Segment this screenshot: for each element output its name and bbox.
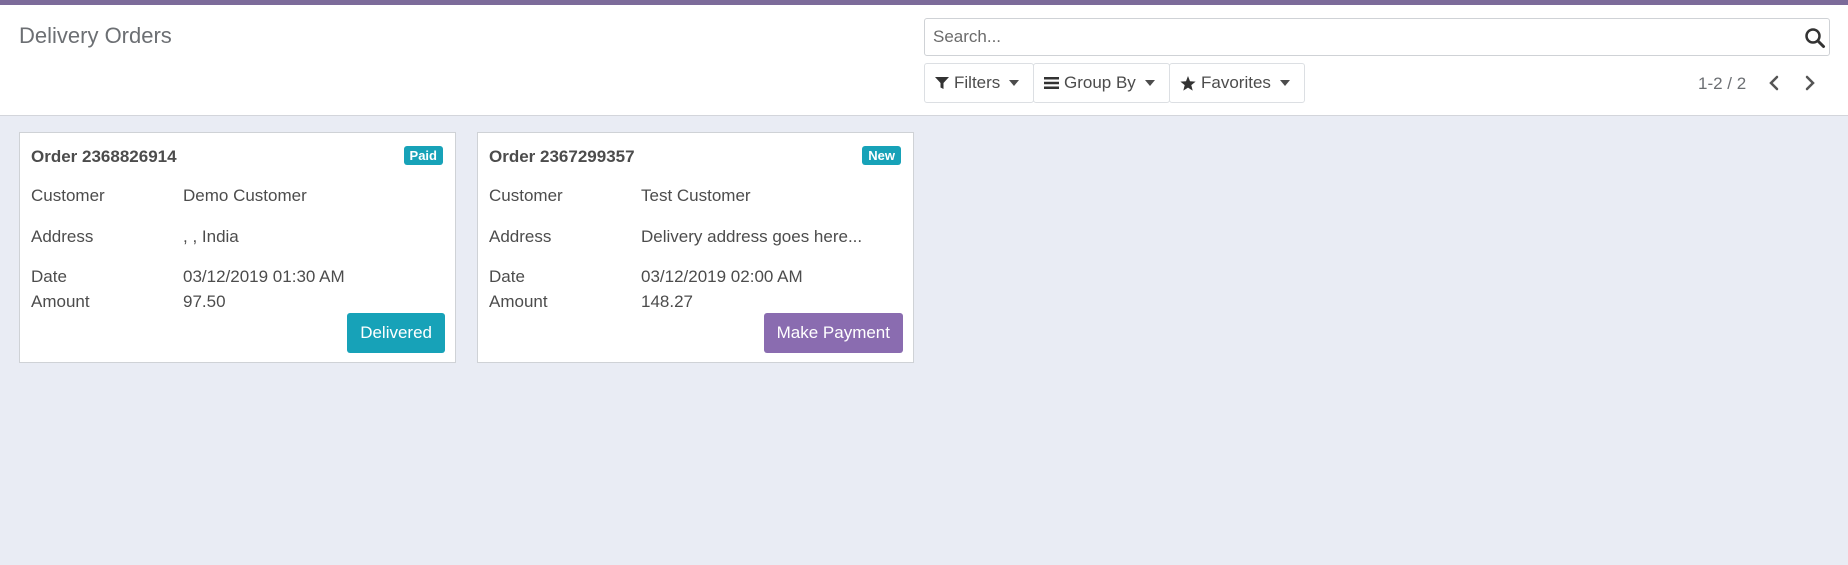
status-badge: Paid — [403, 146, 443, 165]
customer-label: Customer — [31, 186, 105, 205]
search-icon[interactable] — [1804, 27, 1826, 49]
page-title: Delivery Orders — [19, 23, 172, 48]
chevron-down-icon — [1009, 80, 1020, 86]
search-input[interactable] — [933, 19, 1783, 55]
address-value: , , India — [183, 227, 239, 246]
delivered-button[interactable]: Delivered — [347, 313, 445, 353]
address-label: Address — [489, 227, 552, 246]
chevron-down-icon — [1144, 80, 1155, 86]
favorites-button[interactable]: Favorites — [1169, 63, 1305, 103]
amount-value: 97.50 — [183, 292, 226, 311]
favorites-label: Favorites — [1201, 73, 1271, 92]
star-icon — [1180, 75, 1196, 91]
customer-label: Customer — [489, 186, 563, 205]
customer-value: Demo Customer — [183, 186, 307, 205]
address-label: Address — [31, 227, 94, 246]
group-by-button[interactable]: Group By — [1033, 63, 1170, 103]
filters-button[interactable]: Filters — [924, 63, 1034, 103]
group-by-label: Group By — [1064, 73, 1136, 92]
order-title: Order 2368826914 — [31, 147, 177, 166]
filters-label: Filters — [954, 73, 1001, 92]
chevron-down-icon — [1279, 80, 1290, 86]
order-card[interactable]: Order 2368826914 Paid Customer Demo Cust… — [19, 132, 456, 363]
date-label: Date — [31, 267, 67, 286]
chevron-right-icon[interactable] — [1800, 73, 1820, 93]
amount-label: Amount — [489, 292, 548, 311]
make-payment-button[interactable]: Make Payment — [763, 313, 903, 353]
order-title: Order 2367299357 — [489, 147, 635, 166]
filter-icon — [935, 77, 949, 89]
chevron-left-icon[interactable] — [1764, 73, 1784, 93]
list-icon — [1044, 77, 1059, 89]
amount-label: Amount — [31, 292, 90, 311]
pager-value: 1-2 / 2 — [1698, 74, 1747, 93]
address-value: Delivery address goes here... — [641, 227, 863, 246]
customer-value: Test Customer — [641, 186, 751, 205]
control-panel: Delivery Orders Filters Group By Favorit… — [0, 5, 1848, 116]
search-box[interactable] — [924, 18, 1830, 56]
date-value: 03/12/2019 02:00 AM — [641, 267, 803, 286]
status-badge: New — [862, 146, 901, 165]
date-value: 03/12/2019 01:30 AM — [183, 267, 345, 286]
order-card[interactable]: Order 2367299357 New Customer Test Custo… — [477, 132, 914, 363]
amount-value: 148.27 — [641, 292, 693, 311]
date-label: Date — [489, 267, 525, 286]
